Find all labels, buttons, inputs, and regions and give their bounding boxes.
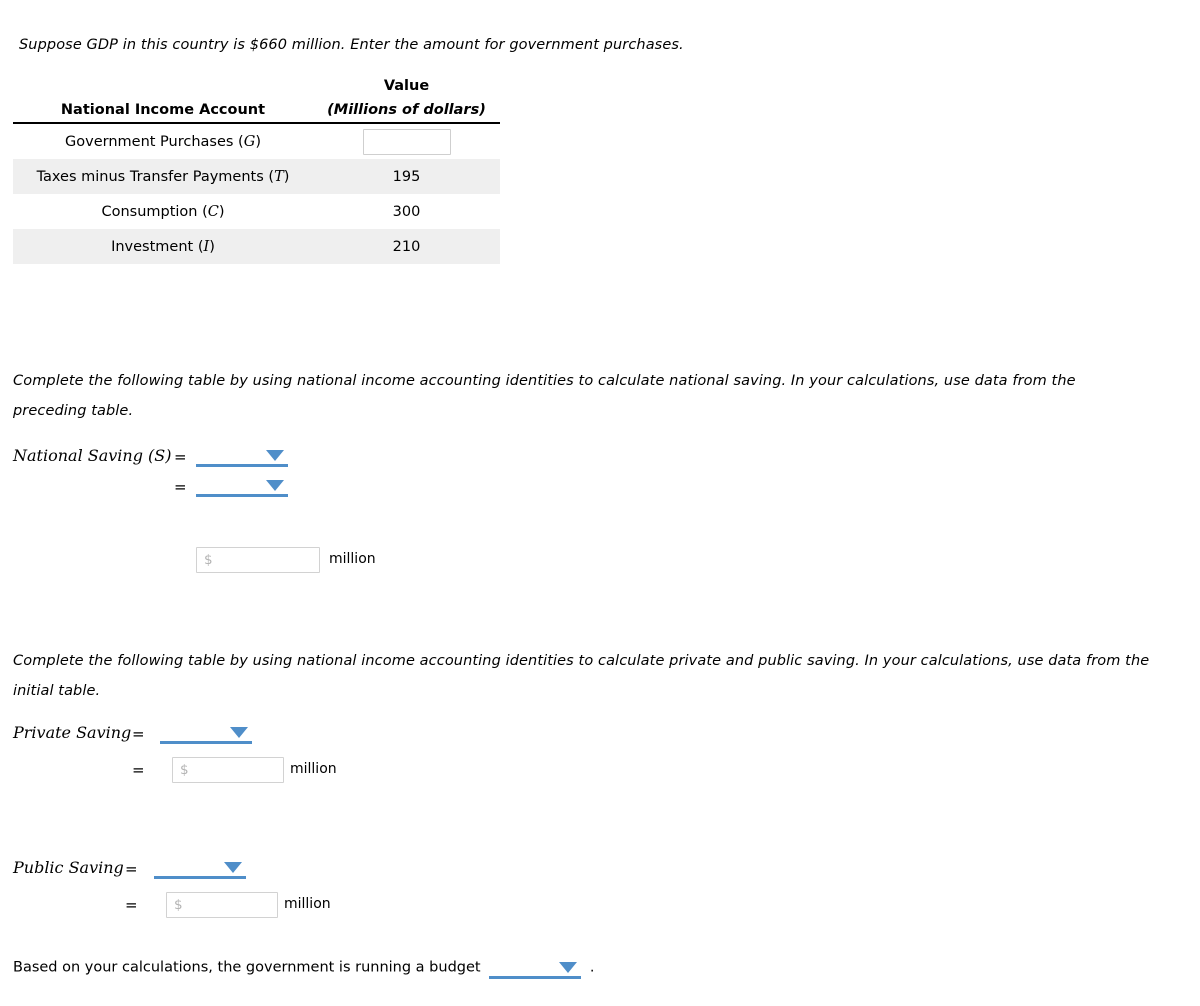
national-saving-row-2: = (13, 472, 288, 502)
table-header-value-line1: Value (383, 78, 430, 94)
national-saving-block: National Saving (S) = = million (13, 444, 376, 573)
table-row: Taxes minus Transfer Payments (T) 195 (13, 159, 500, 194)
private-saving-dropdown[interactable] (160, 721, 252, 744)
instruction-private-public-saving: Complete the following table by using na… (13, 646, 1153, 706)
public-saving-equals-1: = (125, 860, 138, 878)
table-header-value: Value (Millions of dollars) (313, 78, 500, 122)
national-income-account-table-wrapper: National Income Account Value (Millions … (13, 78, 500, 264)
row-symbol-c: C (207, 203, 219, 220)
row-label-text-end: ) (218, 203, 225, 220)
row-label-investment: Investment (I) (13, 229, 313, 264)
national-saving-label: National Saving (S) (13, 446, 172, 465)
instruction-private-public-saving-text: Complete the following table by using na… (13, 653, 1150, 699)
public-saving-row-2: = million (13, 886, 331, 918)
row-label-text: Consumption ( (101, 203, 208, 220)
private-saving-block: Private Saving = = million (13, 721, 337, 783)
conclusion-text-after: . (589, 959, 595, 976)
national-saving-amount-input[interactable] (196, 547, 320, 573)
intro-prompt-text: Suppose GDP in this country is $660 mill… (19, 37, 684, 53)
table-header-row: National Income Account Value (Millions … (13, 78, 500, 122)
row-value-consumption: 300 (392, 203, 421, 220)
public-saving-amount-input[interactable] (166, 892, 278, 918)
public-saving-row-1: Public Saving = (13, 856, 246, 886)
row-label-text: Taxes minus Transfer Payments ( (36, 168, 275, 185)
row-value-investment: 210 (313, 229, 500, 264)
row-label-government-purchases: Government Purchases (G) (13, 123, 313, 159)
national-saving-row-1: National Saving (S) = (13, 444, 288, 472)
national-saving-equals-2: = (174, 478, 187, 496)
table-row: Consumption (C) 300 (13, 194, 500, 229)
private-saving-equals-1: = (132, 725, 145, 743)
row-value-government-purchases (313, 123, 500, 159)
row-label-text-end: ) (209, 238, 215, 255)
chevron-down-icon (266, 480, 284, 491)
row-label-consumption: Consumption (C) (13, 194, 313, 229)
table-row: Investment (I) 210 (13, 229, 500, 264)
public-saving-dropdown[interactable] (154, 856, 246, 879)
private-saving-equals-2: = (132, 761, 145, 779)
national-saving-row-3: million (13, 502, 376, 573)
national-saving-unit: million (329, 551, 376, 567)
row-symbol-g: G (243, 133, 256, 150)
row-label-taxes-minus-transfers: Taxes minus Transfer Payments (T) (13, 159, 313, 194)
private-saving-row-1: Private Saving = (13, 721, 252, 751)
budget-status-dropdown[interactable] (489, 956, 582, 979)
public-saving-block: Public Saving = = million (13, 856, 331, 918)
private-saving-label: Private Saving (13, 723, 132, 742)
chevron-down-icon (230, 727, 248, 738)
intro-prompt: Suppose GDP in this country is $660 mill… (19, 30, 1139, 60)
table-row: Government Purchases (G) (13, 123, 500, 159)
chevron-down-icon (559, 962, 578, 973)
private-saving-row-2: = million (13, 751, 337, 783)
conclusion-text-before: Based on your calculations, the governme… (13, 959, 481, 976)
public-saving-unit: million (284, 896, 331, 912)
national-saving-dropdown-1[interactable] (196, 444, 288, 467)
public-saving-label: Public Saving (13, 858, 124, 877)
table-header-account: National Income Account (60, 102, 266, 118)
row-label-text-end: ) (255, 133, 261, 150)
chevron-down-icon (224, 862, 242, 873)
instruction-national-saving-text: Complete the following table by using na… (13, 373, 1076, 419)
row-label-text: Government Purchases ( (65, 133, 244, 150)
row-symbol-t: T (274, 168, 284, 185)
private-saving-unit: million (290, 761, 337, 777)
public-saving-equals-2: = (125, 896, 138, 914)
table-header-value-line2: (Millions of dollars) (327, 102, 486, 118)
row-value-taxes-minus-transfers: 195 (313, 159, 500, 194)
instruction-national-saving: Complete the following table by using na… (13, 366, 1113, 426)
conclusion-line: Based on your calculations, the governme… (13, 956, 594, 979)
row-label-text-end: ) (283, 168, 290, 185)
chevron-down-icon (266, 450, 284, 461)
national-income-account-table: National Income Account Value (Millions … (13, 78, 500, 264)
national-saving-dropdown-2[interactable] (196, 474, 288, 497)
government-purchases-input[interactable] (362, 128, 451, 155)
national-saving-equals-1: = (174, 448, 187, 466)
private-saving-amount-input[interactable] (172, 757, 284, 783)
table-body: Government Purchases (G) Taxes minus Tra… (13, 123, 500, 264)
row-label-text: Investment ( (111, 238, 204, 255)
